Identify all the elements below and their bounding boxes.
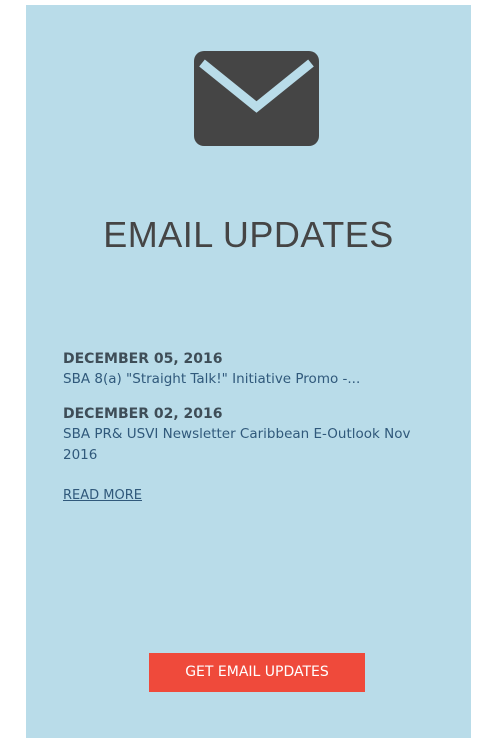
envelope-icon <box>194 51 319 146</box>
news-link[interactable]: SBA 8(a) "Straight Talk!" Initiative Pro… <box>63 369 423 390</box>
news-list: DECEMBER 05, 2016 SBA 8(a) "Straight Tal… <box>63 349 423 503</box>
news-item: DECEMBER 05, 2016 SBA 8(a) "Straight Tal… <box>63 349 423 390</box>
read-more-link[interactable]: READ MORE <box>63 488 142 503</box>
email-updates-panel: EMAIL UPDATES DECEMBER 05, 2016 SBA 8(a)… <box>26 5 471 738</box>
news-link[interactable]: SBA PR& USVI Newsletter Caribbean E-Outl… <box>63 424 423 466</box>
news-item: DECEMBER 02, 2016 SBA PR& USVI Newslette… <box>63 404 423 466</box>
widget-title: EMAIL UPDATES <box>103 214 394 255</box>
news-date: DECEMBER 02, 2016 <box>63 406 223 422</box>
get-email-updates-button[interactable]: GET EMAIL UPDATES <box>149 653 365 692</box>
news-date: DECEMBER 05, 2016 <box>63 351 223 367</box>
